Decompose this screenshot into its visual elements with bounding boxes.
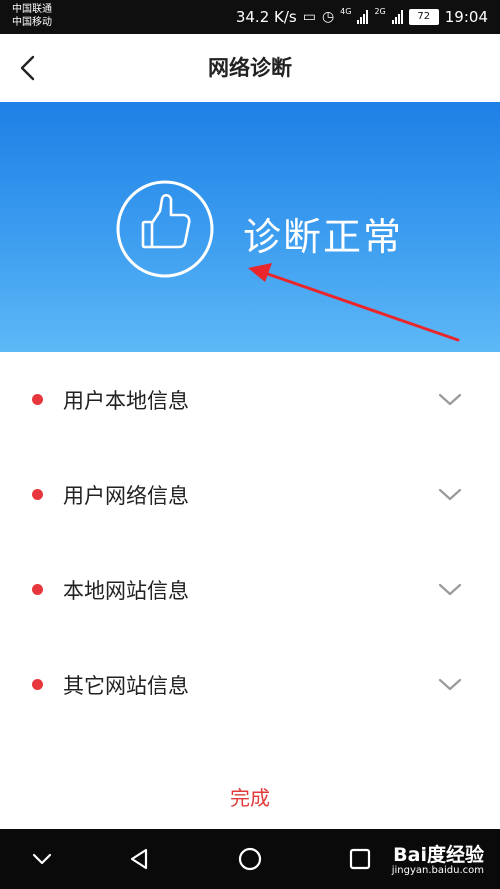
chevron-down-icon <box>438 583 462 595</box>
battery-icon: 72 <box>408 9 439 25</box>
list-item-other-site[interactable]: 其它网站信息 <box>0 637 500 732</box>
diagnosis-banner: 诊断正常 <box>0 102 500 352</box>
watermark-url: jingyan.baidu.com <box>391 865 484 876</box>
back-triangle-icon[interactable] <box>126 845 154 873</box>
app-header: 网络诊断 <box>0 34 500 102</box>
system-nav-bar: Bai度经验 jingyan.baidu.com <box>0 829 500 889</box>
back-button[interactable] <box>10 48 46 88</box>
recents-square-icon[interactable] <box>346 845 374 873</box>
list-item-label: 用户网络信息 <box>63 483 189 508</box>
hide-nav-icon[interactable] <box>28 845 56 873</box>
net-speed: 34.2 K/s <box>235 8 297 26</box>
chevron-left-icon <box>20 55 35 81</box>
thumbs-up-icon <box>116 180 214 278</box>
page-title: 网络诊断 <box>208 56 292 80</box>
red-arrow-annotation <box>248 263 460 342</box>
carrier-2: 中国移动 <box>12 17 52 28</box>
status-dot <box>32 679 43 690</box>
list-item-label: 本地网站信息 <box>63 578 189 603</box>
signal-icon-1 <box>357 10 369 24</box>
watermark-logo: Bai度经验 <box>393 844 484 866</box>
list-item-local-site[interactable]: 本地网站信息 <box>0 542 500 637</box>
carrier-1: 中国联通 <box>12 4 52 15</box>
clock: 19:04 <box>444 8 488 26</box>
done-button[interactable]: 完成 <box>0 778 500 818</box>
list-item-user-network[interactable]: 用户网络信息 <box>0 447 500 542</box>
network-type-2: 2G <box>374 7 386 16</box>
network-type-1: 4G <box>340 7 352 16</box>
list-item-label: 用户本地信息 <box>63 388 189 413</box>
list-item-label: 其它网站信息 <box>63 673 189 698</box>
home-circle-icon[interactable] <box>236 845 264 873</box>
status-dot <box>32 489 43 500</box>
info-list: 用户本地信息 用户网络信息 本地网站信息 其它网站信息 <box>0 352 500 732</box>
status-bar: 中国联通 中国移动 34.2 K/s ▭ ◷ 4G 2G 72 19:04 <box>0 0 500 34</box>
chevron-down-icon <box>438 488 462 500</box>
carrier-info: 中国联通 中国移动 <box>12 3 52 29</box>
signal-icon-2 <box>391 10 403 24</box>
status-icons: 34.2 K/s ▭ ◷ 4G 2G 72 19:04 <box>236 0 488 34</box>
watermark: Bai度经验 jingyan.baidu.com <box>392 845 484 877</box>
list-item-user-local[interactable]: 用户本地信息 <box>0 352 500 447</box>
status-dot <box>32 584 43 595</box>
alarm-icon: ◷ <box>321 9 335 25</box>
diagnosis-status: 诊断正常 <box>243 215 404 259</box>
status-dot <box>32 394 43 405</box>
chevron-down-icon <box>438 678 462 690</box>
chevron-down-icon <box>438 393 462 405</box>
vibrate-icon: ▭ <box>302 9 316 25</box>
